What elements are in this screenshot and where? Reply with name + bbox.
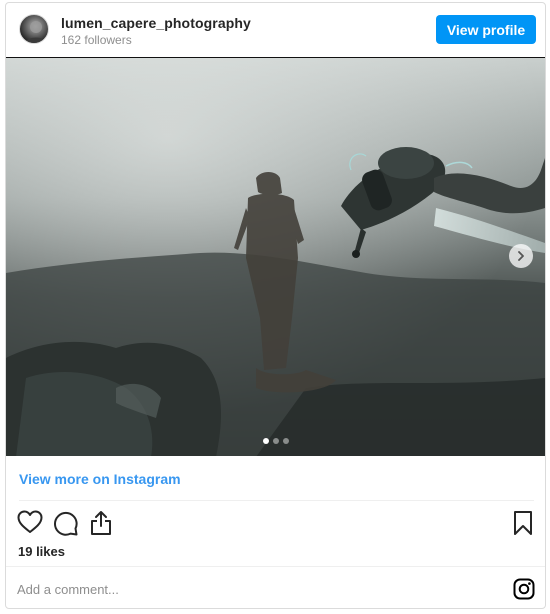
carousel-dot-3	[282, 438, 289, 444]
save-button[interactable]	[513, 510, 533, 541]
instagram-icon	[513, 578, 535, 600]
view-more-link[interactable]: View more on Instagram	[19, 471, 181, 487]
like-button[interactable]	[17, 510, 43, 539]
comment-bar	[6, 566, 545, 608]
share-icon	[91, 511, 111, 535]
comment-button[interactable]	[53, 510, 79, 541]
instagram-embed-card: lumen_capere_photography 162 followers V…	[5, 2, 546, 609]
post-photo[interactable]	[6, 57, 545, 456]
avatar-portrait-icon	[24, 21, 48, 43]
instagram-logo-button[interactable]	[513, 578, 535, 605]
chevron-right-icon	[518, 251, 524, 261]
divider	[19, 500, 534, 501]
comment-input[interactable]	[17, 579, 487, 599]
comment-icon	[53, 511, 78, 536]
view-profile-button[interactable]: View profile	[436, 15, 536, 44]
heart-icon	[17, 510, 43, 533]
avatar[interactable]	[19, 14, 49, 44]
carousel-indicator	[6, 438, 545, 444]
share-button[interactable]	[89, 510, 113, 541]
bookmark-icon	[514, 511, 532, 535]
like-count: 19 likes	[18, 544, 65, 559]
underwater-diver-photo	[6, 58, 545, 456]
username[interactable]: lumen_capere_photography	[61, 15, 251, 31]
carousel-dot-2	[272, 438, 279, 444]
next-slide-button[interactable]	[509, 244, 533, 268]
follower-count: 162 followers	[61, 33, 132, 47]
post-header: lumen_capere_photography 162 followers V…	[6, 3, 545, 57]
carousel-dot-1	[262, 438, 269, 444]
